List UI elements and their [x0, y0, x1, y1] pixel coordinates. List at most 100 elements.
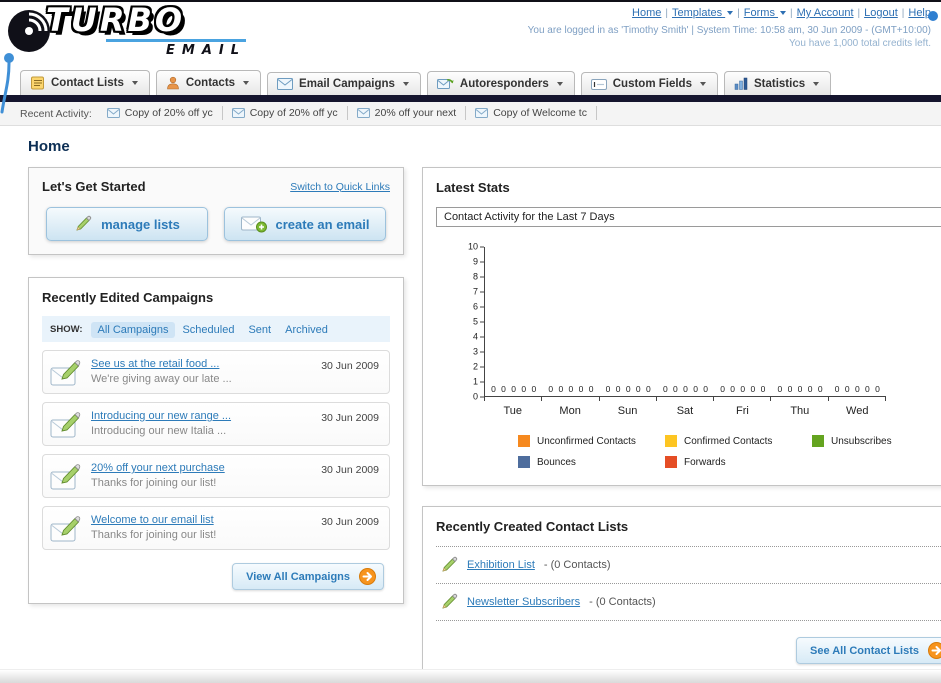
top-header: TURBO EMAIL Home | Templates | Forms | My Ac…	[0, 2, 941, 114]
autoresponders-icon	[436, 77, 454, 90]
tab-label: Email Campaigns	[299, 78, 395, 90]
credits-info: You have 1,000 total credits left.	[789, 38, 931, 49]
filter-archived[interactable]: Archived	[278, 322, 335, 338]
chart-group: 0 0 0 0 0	[655, 247, 714, 401]
chart-group: 0 0 0 0 0	[827, 247, 886, 401]
tab-email-campaigns[interactable]: Email Campaigns	[267, 72, 421, 95]
campaign-edit-icon	[50, 359, 84, 387]
stats-activity-select[interactable]: Contact Activity for the Last 7 Days	[436, 207, 941, 227]
page-title: Home	[28, 138, 70, 155]
tab-label: Statistics	[753, 77, 806, 90]
manage-lists-button[interactable]: manage lists	[46, 207, 208, 241]
campaign-title[interactable]: Introducing our new range ...	[91, 410, 321, 422]
campaign-edit-icon	[50, 463, 84, 491]
email-campaigns-icon	[277, 78, 294, 90]
envelope-icon	[231, 108, 245, 118]
contact-lists-title: Recently Created Contact Lists	[436, 519, 629, 534]
activity-item[interactable]: Copy of 20% off yc	[98, 106, 223, 120]
top-nav-my-account[interactable]: My Account	[797, 7, 854, 19]
contact-list-count: - (0 Contacts)	[589, 596, 656, 608]
top-nav: Home | Templates | Forms | My Account | Logout…	[528, 7, 931, 19]
get-started-panel: Let's Get Started Switch to Quick Links …	[28, 167, 404, 255]
campaign-item[interactable]: See us at the retail food ... We're givin…	[42, 350, 390, 394]
filter-sent[interactable]: Sent	[241, 322, 278, 338]
contact-list-name[interactable]: Newsletter Subscribers	[467, 596, 580, 608]
y-tick-label: 7	[473, 287, 484, 297]
activity-item[interactable]: Copy of Welcome tc	[466, 106, 597, 120]
create-email-button[interactable]: create an email	[224, 207, 386, 241]
y-tick-label: 0	[473, 392, 484, 402]
y-tick-label: 3	[473, 347, 484, 357]
nav-separator: |	[857, 8, 861, 19]
switch-quick-links-link[interactable]: Switch to Quick Links	[290, 181, 390, 193]
show-label: SHOW:	[50, 323, 83, 335]
contact-list-item[interactable]: Exhibition List - (0 Contacts)	[436, 547, 941, 584]
bar-value-labels: 0 0 0 0 0	[605, 384, 651, 394]
top-nav-home[interactable]: Home	[632, 7, 661, 19]
campaign-subtitle: Introducing our new Italia ...	[91, 425, 227, 437]
custom-fields-icon	[590, 78, 607, 90]
top-nav-logout[interactable]: Logout	[864, 7, 898, 19]
tab-contact-lists[interactable]: Contact Lists	[20, 70, 150, 95]
page-footer	[0, 669, 941, 683]
activity-item-label: Copy of Welcome tc	[493, 107, 587, 119]
y-tick-label: 1	[473, 377, 484, 387]
bar-value-labels: 0 0 0 0 0	[720, 384, 766, 394]
top-nav-templates[interactable]: Templates	[672, 7, 734, 19]
activity-item[interactable]: Copy of 20% off yc	[223, 106, 348, 120]
x-tick-label: Mon	[559, 405, 581, 417]
recent-campaigns-panel: Recently Edited Campaigns SHOW: All Camp…	[28, 277, 404, 604]
chart-group: 0 0 0 0 0	[770, 247, 828, 401]
campaign-item[interactable]: Welcome to our email list Thanks for join…	[42, 506, 390, 550]
tab-autoresponders[interactable]: Autoresponders	[426, 71, 575, 95]
legend-swatch	[665, 435, 677, 447]
contact-list-name[interactable]: Exhibition List	[467, 559, 535, 571]
campaign-title[interactable]: Welcome to our email list	[91, 514, 321, 526]
campaign-filter-bar: SHOW: All Campaigns Scheduled Sent Archived	[42, 316, 390, 342]
app-logo[interactable]: TURBO EMAIL	[6, 3, 246, 58]
tab-statistics[interactable]: Statistics	[723, 71, 832, 95]
contacts-icon	[166, 76, 180, 90]
y-tick-label: 6	[473, 302, 484, 312]
statistics-icon	[734, 77, 748, 90]
get-started-title: Let's Get Started	[42, 179, 146, 194]
bar-value-labels: 0 0 0 0 0	[662, 384, 709, 394]
activity-item[interactable]: 20% off your next	[348, 106, 467, 120]
nav-separator: |	[737, 8, 740, 19]
campaign-date: 30 Jun 2009	[321, 412, 379, 424]
campaign-subtitle: Thanks for joining our list!	[91, 529, 217, 541]
chart-group: 0 0 0 0 0	[483, 247, 542, 401]
left-column: Let's Get Started Switch to Quick Links …	[28, 167, 404, 604]
main-content: Home Let's Get Started Switch to Quick L…	[0, 126, 941, 678]
top-nav-forms[interactable]: Forms	[744, 7, 787, 19]
legend-swatch	[518, 435, 530, 447]
campaign-title[interactable]: See us at the retail food ...	[91, 358, 321, 370]
campaign-date: 30 Jun 2009	[321, 516, 379, 528]
right-column: Latest Stats Contact Activity for the La…	[422, 167, 941, 678]
tab-custom-fields[interactable]: Custom Fields	[580, 72, 718, 95]
filter-all-campaigns[interactable]: All Campaigns	[90, 322, 176, 338]
campaign-edit-icon	[50, 411, 84, 439]
filter-scheduled[interactable]: Scheduled	[175, 322, 241, 338]
contact-list-item[interactable]: Newsletter Subscribers - (0 Contacts)	[436, 584, 941, 621]
activity-item-label: Copy of 20% off yc	[249, 107, 338, 119]
tab-label: Contacts	[185, 77, 236, 89]
campaign-item[interactable]: 20% off your next purchase Thanks for joi…	[42, 454, 390, 498]
tab-contacts[interactable]: Contacts	[155, 70, 262, 95]
bar-value-labels: 0 0 0 0 0	[548, 384, 594, 394]
legend-label: Forwards	[684, 456, 726, 468]
chevron-down-icon	[243, 81, 250, 85]
legend-item: Unconfirmed Contacts	[518, 435, 665, 447]
login-info: You are logged in as 'Timothy Smith' | S…	[527, 25, 931, 36]
view-all-campaigns-button[interactable]: View All Campaigns	[232, 563, 384, 590]
blue-dot-icon	[927, 10, 939, 22]
campaign-title[interactable]: 20% off your next purchase	[91, 462, 321, 474]
campaign-item[interactable]: Introducing our new range ... Introducing…	[42, 402, 390, 446]
chart-group: 0 0 0 0 0	[713, 247, 771, 401]
arrow-circle-icon	[928, 642, 941, 659]
x-tick-label: Wed	[846, 405, 869, 417]
contact-list-count: - (0 Contacts)	[543, 559, 611, 571]
chart-plot-area: 0 0 0 0 0 0 0 0 0 0 0 0 0 0 0 0 0 0 0 0 0 0 …	[483, 247, 886, 401]
see-all-contact-lists-button[interactable]: See All Contact Lists	[795, 637, 941, 664]
envelope-icon	[356, 108, 370, 118]
